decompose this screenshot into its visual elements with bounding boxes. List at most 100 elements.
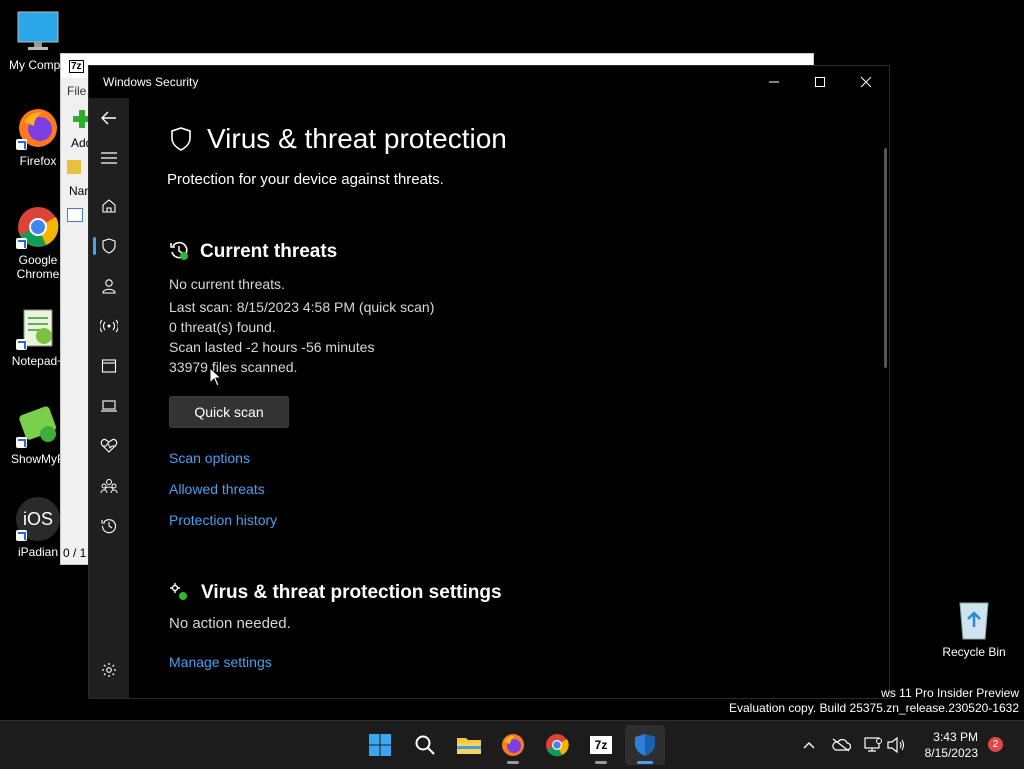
file-explorer-icon — [457, 738, 481, 754]
desktop-icon-label: Recycle Bin — [942, 645, 1006, 659]
taskbar: 7z 3:43 PM 8/15/2023 2 — [0, 720, 1024, 769]
scrollbar[interactable] — [884, 148, 887, 368]
current-threats-icon — [170, 241, 188, 260]
family-options-icon — [100, 479, 118, 494]
account-icon — [102, 279, 116, 294]
allowed-threats-link[interactable]: Allowed threats — [169, 481, 265, 497]
device-health-icon — [100, 438, 118, 453]
start-button[interactable] — [360, 725, 400, 765]
windows-security-icon — [635, 734, 655, 756]
running-indicator — [595, 761, 607, 764]
onedrive-offline-icon — [832, 738, 851, 752]
network-icon — [864, 737, 882, 752]
titlebar[interactable]: Windows Security — [89, 66, 889, 98]
nav-account-protection[interactable] — [89, 266, 129, 306]
quick-scan-button[interactable]: Quick scan — [169, 396, 289, 428]
nav-family-options[interactable] — [89, 466, 129, 506]
taskbar-chrome[interactable] — [537, 725, 577, 765]
column-header-name[interactable]: Nar — [69, 184, 88, 198]
showmypc-icon — [16, 404, 60, 448]
protection-history-link[interactable]: Protection history — [169, 512, 277, 528]
nav-firewall[interactable] — [89, 306, 129, 346]
settings-gears-icon — [170, 583, 187, 600]
main-content: Virus & threat protection Protection for… — [129, 98, 889, 698]
maximize-icon — [815, 77, 825, 87]
chrome-icon — [16, 205, 60, 249]
computer-icon — [16, 10, 60, 54]
menu-file[interactable]: File — [67, 84, 86, 98]
back-button[interactable] — [89, 98, 129, 138]
status-bar-text: 0 / 1 — [63, 546, 87, 560]
clock-date: 8/15/2023 — [924, 746, 978, 760]
shortcut-arrow-icon — [16, 238, 27, 249]
7zip-icon: 7z — [590, 736, 612, 754]
nav-app-browser-control[interactable] — [89, 346, 129, 386]
navigation-sidebar — [89, 98, 129, 698]
minimize-button[interactable] — [751, 66, 797, 98]
nav-protection-history[interactable] — [89, 506, 129, 546]
onedrive-tray-button[interactable] — [831, 735, 851, 755]
clock[interactable]: 3:43 PM 8/15/2023 — [914, 729, 978, 761]
watermark-line-2: Evaluation copy. Build 25375.zn_release.… — [729, 701, 1019, 715]
notepad-plus-icon — [16, 306, 60, 350]
nav-device-security[interactable] — [89, 386, 129, 426]
watermark-line-1: ws 11 Pro Insider Preview — [881, 686, 1019, 700]
device-security-icon — [101, 400, 117, 412]
volume-icon — [887, 737, 905, 753]
page-title: Virus & threat protection — [207, 123, 507, 154]
minimize-icon — [769, 81, 779, 83]
shortcut-arrow-icon — [16, 530, 27, 541]
nav-virus-protection[interactable] — [89, 226, 129, 266]
protection-settings-heading: Virus & threat protection settings — [201, 582, 502, 603]
active-indicator — [637, 761, 653, 764]
network-tray-button[interactable] — [863, 735, 883, 755]
threat-status: No current threats. — [169, 276, 285, 292]
menu-toggle-button[interactable] — [89, 138, 129, 178]
search-icon — [415, 735, 435, 755]
nav-device-health[interactable] — [89, 426, 129, 466]
scan-options-link[interactable]: Scan options — [169, 450, 250, 466]
close-icon — [860, 76, 872, 88]
start-icon — [369, 734, 391, 756]
nav-home[interactable] — [89, 186, 129, 226]
file-list-item[interactable] — [67, 208, 83, 222]
mouse-cursor-icon — [209, 367, 223, 387]
taskbar-windows-security[interactable] — [625, 725, 665, 765]
volume-tray-button[interactable] — [886, 735, 906, 755]
files-scanned: 33979 files scanned. — [169, 359, 298, 375]
selected-indicator — [93, 237, 96, 255]
shield-icon — [102, 238, 116, 254]
shortcut-arrow-icon — [16, 437, 27, 448]
maximize-button[interactable] — [797, 66, 843, 98]
manage-settings-link[interactable]: Manage settings — [169, 654, 272, 670]
7zip-icon: 7z — [69, 60, 84, 73]
chrome-icon — [546, 734, 569, 757]
shortcut-arrow-icon — [16, 339, 27, 350]
app-browser-control-icon — [101, 359, 117, 373]
notification-badge[interactable]: 2 — [988, 737, 1003, 752]
firefox-icon — [16, 106, 60, 150]
nav-settings[interactable] — [89, 650, 129, 690]
firewall-network-icon — [100, 319, 118, 333]
current-threats-heading: Current threats — [200, 241, 338, 262]
window-title: Windows Security — [103, 75, 199, 89]
threats-found: 0 threat(s) found. — [169, 319, 276, 335]
taskbar-7zip[interactable]: 7z — [581, 725, 621, 765]
show-hidden-icons-button[interactable] — [799, 735, 819, 755]
firefox-icon — [502, 734, 524, 756]
protection-history-icon — [101, 519, 117, 534]
last-scan: Last scan: 8/15/2023 4:58 PM (quick scan… — [169, 299, 435, 315]
desktop-icon-recycle-bin[interactable]: Recycle Bin — [936, 597, 1012, 659]
chevron-up-icon — [803, 742, 815, 749]
close-button[interactable] — [843, 66, 889, 98]
recycle-bin-icon — [952, 597, 996, 641]
folder-up-icon — [67, 160, 81, 174]
shield-icon — [171, 127, 191, 151]
shortcut-arrow-icon — [16, 139, 27, 150]
search-button[interactable] — [405, 725, 445, 765]
page-subtitle: Protection for your device against threa… — [167, 171, 444, 188]
taskbar-file-explorer[interactable] — [449, 725, 489, 765]
ipadian-icon: iOS — [16, 497, 60, 541]
hamburger-menu-icon — [101, 152, 117, 164]
taskbar-firefox[interactable] — [493, 725, 533, 765]
